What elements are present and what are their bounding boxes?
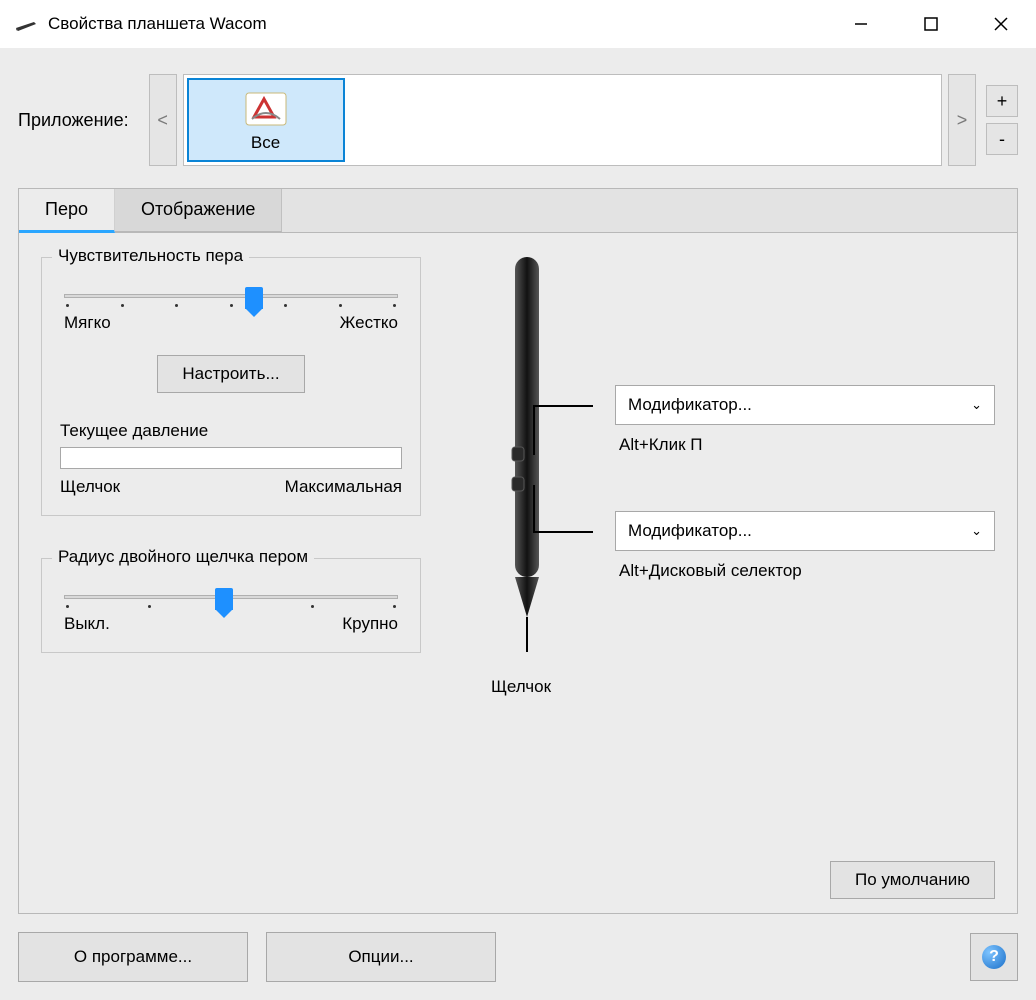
upper-button-dropdown[interactable]: Модификатор... ⌄ bbox=[615, 385, 995, 425]
tab-bar: Перо Отображение bbox=[19, 189, 1017, 233]
about-button[interactable]: О программе... bbox=[18, 932, 248, 982]
tab-pen[interactable]: Перо bbox=[19, 189, 115, 233]
tip-feel-group: Чувствительность пера Мягко Жестко Нас bbox=[41, 257, 421, 516]
titlebar: Свойства планшета Wacom bbox=[0, 0, 1036, 48]
dblclick-off-label: Выкл. bbox=[64, 614, 110, 634]
chevron-down-icon: ⌄ bbox=[971, 523, 982, 539]
dblclick-large-label: Крупно bbox=[342, 614, 398, 634]
pen-icon bbox=[497, 257, 557, 657]
settings-panel: Перо Отображение Чувствительность пера bbox=[18, 188, 1018, 914]
lower-button-type: Модификатор... bbox=[628, 521, 752, 541]
tip-firm-label: Жестко bbox=[340, 313, 398, 333]
minimize-button[interactable] bbox=[826, 0, 896, 48]
help-button[interactable]: ? bbox=[970, 933, 1018, 981]
upper-button-type: Модификатор... bbox=[628, 395, 752, 415]
add-app-button[interactable]: + bbox=[986, 85, 1018, 117]
double-click-title: Радиус двойного щелчка пером bbox=[52, 547, 314, 567]
lower-button-value: Alt+Дисковый селектор bbox=[615, 561, 995, 581]
help-icon: ? bbox=[982, 945, 1006, 969]
chevron-down-icon: ⌄ bbox=[971, 397, 982, 413]
tip-soft-label: Мягко bbox=[64, 313, 111, 333]
upper-pen-button-map: Модификатор... ⌄ Alt+Клик П bbox=[615, 385, 995, 455]
close-button[interactable] bbox=[966, 0, 1036, 48]
double-click-group: Радиус двойного щелчка пером Выкл. Крупн… bbox=[41, 558, 421, 653]
lower-pen-button-map: Модификатор... ⌄ Alt+Дисковый селектор bbox=[615, 511, 995, 581]
pressure-max-label: Максимальная bbox=[285, 477, 402, 497]
dblclick-slider[interactable] bbox=[64, 595, 398, 599]
tip-feel-title: Чувствительность пера bbox=[52, 246, 249, 266]
upper-button-value: Alt+Клик П bbox=[615, 435, 995, 455]
application-strip: Все bbox=[183, 74, 942, 166]
tab-mapping[interactable]: Отображение bbox=[115, 189, 282, 232]
all-apps-icon bbox=[240, 87, 292, 131]
app-item-all[interactable]: Все bbox=[187, 78, 345, 162]
app-prev-button[interactable]: < bbox=[149, 74, 177, 166]
pen-diagram: Модификатор... ⌄ Alt+Клик П Модификатор.… bbox=[461, 257, 995, 717]
maximize-button[interactable] bbox=[896, 0, 966, 48]
application-label: Приложение: bbox=[18, 110, 129, 131]
tip-feel-thumb[interactable] bbox=[245, 287, 263, 309]
pressure-meter bbox=[60, 447, 402, 469]
options-button[interactable]: Опции... bbox=[266, 932, 496, 982]
lower-button-dropdown[interactable]: Модификатор... ⌄ bbox=[615, 511, 995, 551]
tablet-icon bbox=[14, 16, 38, 32]
default-button[interactable]: По умолчанию bbox=[830, 861, 995, 899]
app-next-button[interactable]: > bbox=[948, 74, 976, 166]
remove-app-button[interactable]: - bbox=[986, 123, 1018, 155]
tip-feel-slider[interactable] bbox=[64, 294, 398, 298]
window-title: Свойства планшета Wacom bbox=[48, 14, 826, 34]
current-pressure-label: Текущее давление bbox=[60, 421, 402, 441]
bottom-button-row: О программе... Опции... ? bbox=[18, 932, 1018, 982]
customize-button[interactable]: Настроить... bbox=[157, 355, 304, 393]
pen-tip-label: Щелчок bbox=[461, 677, 581, 697]
pressure-click-label: Щелчок bbox=[60, 477, 120, 497]
app-item-label: Все bbox=[251, 133, 280, 153]
application-selector-row: Приложение: < Все > + - bbox=[18, 74, 1018, 166]
dblclick-thumb[interactable] bbox=[215, 588, 233, 610]
